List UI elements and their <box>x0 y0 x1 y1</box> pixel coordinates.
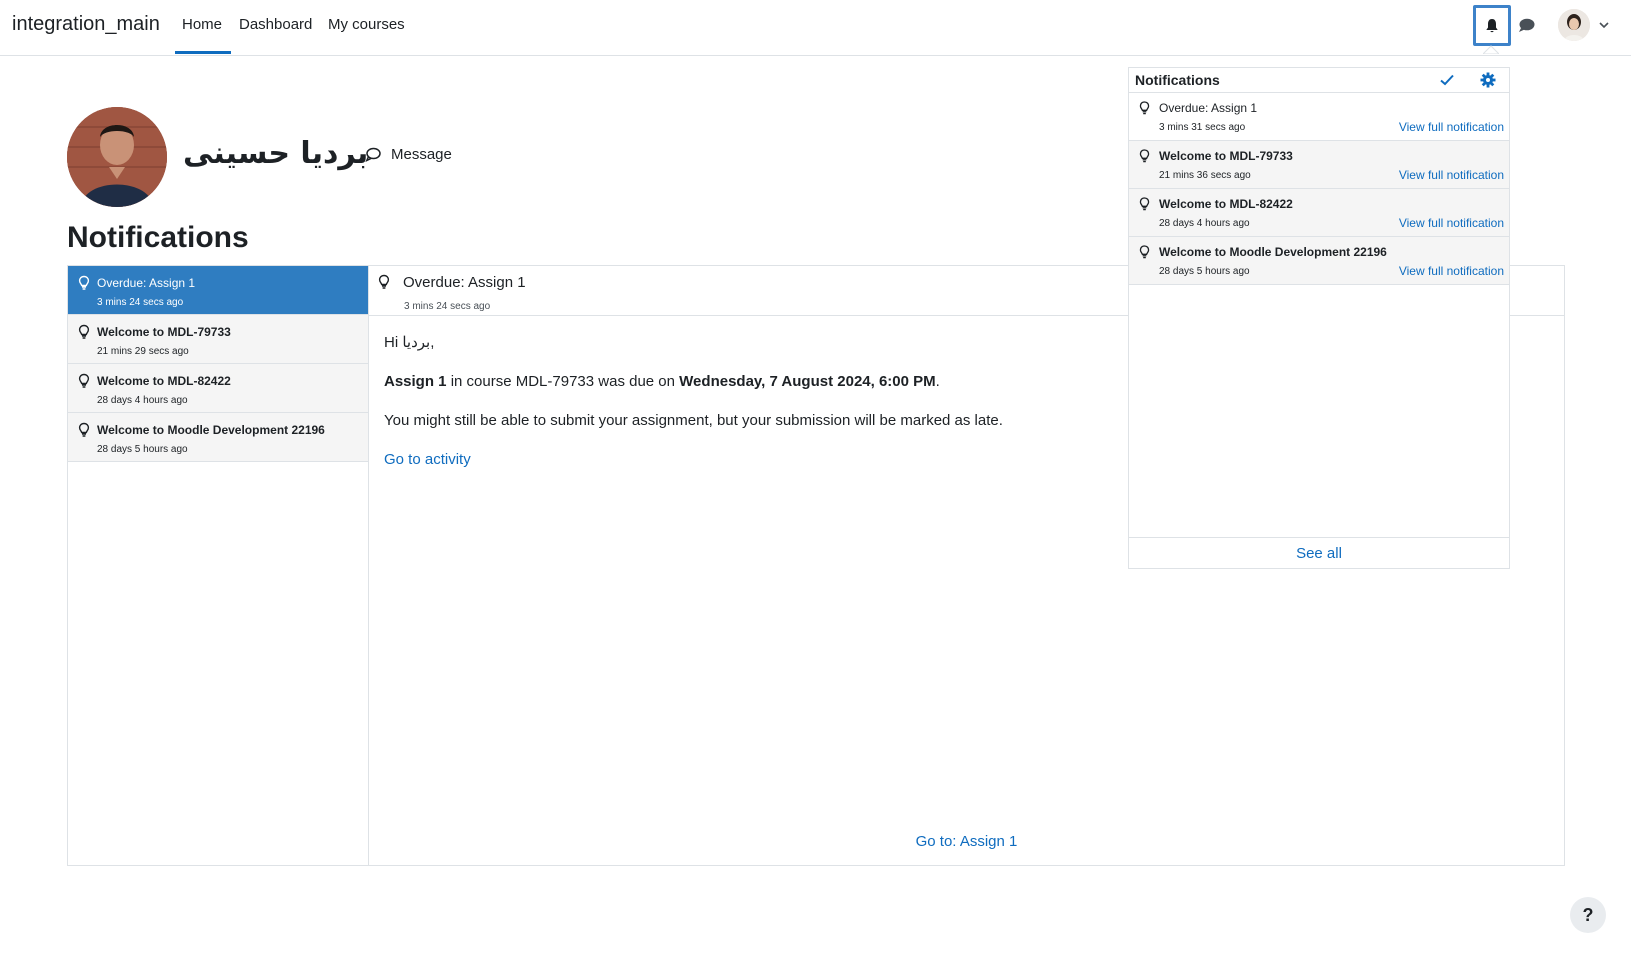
popover-title: Notifications <box>1135 72 1220 88</box>
go-to-activity-link[interactable]: Go to activity <box>384 451 471 468</box>
bell-icon <box>1486 18 1498 32</box>
due-text: Assign 1 in course MDL-79733 was due on … <box>384 373 1003 391</box>
message-button-label: Message <box>391 146 452 163</box>
lightbulb-icon <box>78 422 90 437</box>
lightbulb-icon <box>78 324 90 339</box>
lightbulb-icon <box>1139 149 1150 163</box>
due-date: Wednesday, 7 August 2024, 6:00 PM <box>679 373 936 390</box>
popover-notification-time: 3 mins 31 secs ago <box>1159 122 1246 133</box>
lightbulb-icon <box>78 373 90 388</box>
profile-name: بردیا حسینی <box>183 136 369 171</box>
popover-notification-title: Welcome to MDL-82422 <box>1159 197 1293 211</box>
notification-list-item[interactable]: Welcome to MDL-79733 21 mins 29 secs ago <box>68 315 368 364</box>
notification-list: Overdue: Assign 1 3 mins 24 secs ago Wel… <box>68 266 369 865</box>
user-avatar-image <box>1558 9 1590 41</box>
view-full-notification-link[interactable]: View full notification <box>1399 168 1504 182</box>
notification-title: Welcome to MDL-82422 <box>97 374 231 388</box>
top-navbar: integration_main Home Dashboard My cours… <box>0 0 1631 56</box>
see-all-link[interactable]: See all <box>1296 545 1342 562</box>
messages-toggle-button[interactable] <box>1515 14 1537 36</box>
popover-footer: See all <box>1129 537 1509 568</box>
popover-notification-item[interactable]: Welcome to Moodle Development 22196 28 d… <box>1129 237 1509 285</box>
lightbulb-icon <box>1139 197 1150 211</box>
user-menu-avatar[interactable] <box>1558 9 1590 41</box>
notification-detail-time: 3 mins 24 secs ago <box>404 301 491 312</box>
due-text-end: . <box>935 373 940 390</box>
view-full-notification-link[interactable]: View full notification <box>1399 264 1504 278</box>
late-submission-text: You might still be able to submit your a… <box>384 412 1003 429</box>
nav-home-link[interactable]: Home <box>182 16 222 33</box>
notification-list-item[interactable]: Welcome to MDL-82422 28 days 4 hours ago <box>68 364 368 413</box>
notification-list-item[interactable]: Overdue: Assign 1 3 mins 24 secs ago <box>68 266 368 315</box>
lightbulb-icon <box>1139 101 1150 115</box>
notification-title: Welcome to Moodle Development 22196 <box>97 423 325 437</box>
notifications-popover: Notifications Overdue: Assign 1 3 mins 3… <box>1128 67 1510 569</box>
popover-notification-title: Welcome to Moodle Development 22196 <box>1159 245 1387 259</box>
nav-active-indicator <box>175 51 231 54</box>
go-to-assign-link[interactable]: Go to: Assign 1 <box>916 833 1018 850</box>
site-name-link[interactable]: integration_main <box>12 13 160 36</box>
popover-notification-time: 28 days 5 hours ago <box>1159 266 1250 277</box>
due-text-course: in course MDL-79733 was due on <box>446 373 680 390</box>
nav-dashboard-link[interactable]: Dashboard <box>239 16 312 33</box>
chevron-down-icon[interactable] <box>1597 18 1611 32</box>
popover-notification-item[interactable]: Welcome to MDL-82422 28 days 4 hours ago… <box>1129 189 1509 237</box>
notification-time: 21 mins 29 secs ago <box>97 346 189 357</box>
lightbulb-icon <box>378 274 390 289</box>
assignment-name: Assign 1 <box>384 373 447 390</box>
popover-notification-item[interactable]: Welcome to MDL-79733 21 mins 36 secs ago… <box>1129 141 1509 189</box>
view-full-notification-link[interactable]: View full notification <box>1399 120 1504 134</box>
notification-detail-title: Overdue: Assign 1 <box>403 274 526 291</box>
nav-my-courses-link[interactable]: My courses <box>328 16 405 33</box>
profile-photo <box>67 107 167 207</box>
message-button[interactable]: Message <box>365 146 452 163</box>
help-button[interactable]: ? <box>1570 897 1606 933</box>
lightbulb-icon <box>1139 245 1150 259</box>
notification-detail-body: Hi بردیا, Assign 1 in course MDL-79733 w… <box>384 334 1003 490</box>
notification-title: Welcome to MDL-79733 <box>97 325 231 339</box>
popover-notification-title: Welcome to MDL-79733 <box>1159 149 1293 163</box>
greeting-text: Hi بردیا, <box>384 334 435 351</box>
notification-time: 3 mins 24 secs ago <box>97 297 184 308</box>
popover-notification-time: 21 mins 36 secs ago <box>1159 170 1251 181</box>
popover-notification-item[interactable]: Overdue: Assign 1 3 mins 31 secs ago Vie… <box>1129 93 1509 141</box>
chat-bubble-outline-icon <box>365 147 381 162</box>
gear-icon[interactable] <box>1480 72 1496 88</box>
notification-time: 28 days 5 hours ago <box>97 444 188 455</box>
page-title: Notifications <box>67 221 249 254</box>
notification-title: Overdue: Assign 1 <box>97 276 196 290</box>
popover-notification-title: Overdue: Assign 1 <box>1159 101 1258 115</box>
chat-bubble-icon <box>1518 18 1534 32</box>
lightbulb-icon <box>78 275 90 290</box>
profile-picture <box>67 107 167 207</box>
popover-header: Notifications <box>1129 68 1509 93</box>
popover-notification-time: 28 days 4 hours ago <box>1159 218 1250 229</box>
popover-arrow <box>1483 45 1499 54</box>
view-full-notification-link[interactable]: View full notification <box>1399 216 1504 230</box>
notification-list-item[interactable]: Welcome to Moodle Development 22196 28 d… <box>68 413 368 462</box>
mark-all-read-check-icon[interactable] <box>1439 73 1455 87</box>
notification-time: 28 days 4 hours ago <box>97 395 188 406</box>
